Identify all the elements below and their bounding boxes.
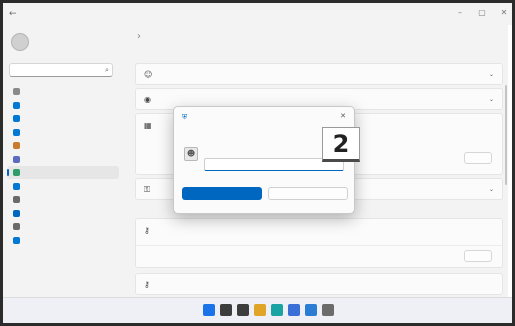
sidebar-item-label	[24, 102, 104, 110]
sidebar-item-label	[24, 156, 104, 164]
mail-icon[interactable]	[305, 304, 317, 316]
sidebar: ⌕	[3, 25, 125, 297]
sidebar-item-accounts[interactable]	[7, 166, 119, 179]
setting-card-5[interactable]: ⚷	[135, 218, 503, 268]
setting-card-6[interactable]: ⚷	[135, 273, 503, 295]
settings-icon[interactable]	[322, 304, 334, 316]
title-bar: ← – ▢ ✕	[3, 3, 512, 25]
credential-label	[204, 147, 264, 155]
privacy-security-icon	[13, 223, 20, 230]
close-icon[interactable]: ✕	[338, 111, 348, 121]
sidebar-item-windows-update[interactable]	[7, 234, 119, 247]
card-divider	[136, 245, 502, 246]
store-icon[interactable]	[288, 304, 300, 316]
breadcrumb: ›	[133, 31, 145, 45]
minimize-button[interactable]: –	[456, 7, 464, 19]
sidebar-item-bluetooth[interactable]	[7, 112, 119, 125]
fingerprint-icon: ◉	[144, 95, 151, 104]
pin-icon: ▦	[144, 121, 152, 130]
setting-card-1[interactable]: ☺ ⌄	[135, 63, 503, 85]
breadcrumb-separator: ›	[137, 31, 141, 42]
step-number-badge: 2	[322, 127, 360, 162]
window-title	[25, 9, 85, 19]
dialog-app-name	[193, 114, 263, 122]
taskbar-icons	[203, 304, 334, 316]
cancel-button[interactable]	[268, 187, 348, 200]
chevron-down-icon[interactable]: ⌄	[489, 71, 494, 78]
user-profile[interactable]	[11, 31, 121, 53]
sidebar-item-label	[24, 183, 104, 191]
setting-title	[160, 224, 280, 232]
sidebar-item-label	[24, 210, 104, 218]
home-icon	[13, 88, 20, 95]
accounts-icon	[13, 169, 20, 176]
window-controls: – ▢ ✕	[456, 7, 508, 19]
sidebar-item-label	[24, 223, 104, 231]
change-pin-button[interactable]	[464, 152, 492, 164]
sidebar-item-system[interactable]	[7, 99, 119, 112]
maximize-button[interactable]: ▢	[478, 7, 486, 19]
sidebar-item-gaming[interactable]	[7, 193, 119, 206]
personalization-icon	[13, 142, 20, 149]
key-icon: ⚿	[144, 185, 151, 194]
sidebar-item-label	[24, 88, 104, 96]
sidebar-item-label	[24, 169, 104, 177]
setting-title	[160, 68, 280, 76]
sidebar-item-label	[24, 129, 104, 137]
sidebar-item-network[interactable]	[7, 126, 119, 139]
password-icon: ⚷	[144, 226, 150, 235]
setting-description	[160, 232, 300, 239]
setting-description	[160, 76, 300, 83]
sidebar-item-label	[24, 237, 104, 245]
search-icon[interactable]	[220, 304, 232, 316]
windows-update-icon	[13, 236, 20, 244]
taskbar	[3, 297, 512, 323]
section-label	[135, 51, 195, 59]
change-password-button[interactable]	[464, 250, 492, 262]
gaming-icon	[13, 196, 20, 203]
edge-icon[interactable]	[271, 304, 283, 316]
windows-security-icon: ⛨	[182, 113, 188, 121]
sidebar-item-apps[interactable]	[7, 153, 119, 166]
sidebar-item-label	[24, 196, 104, 204]
sidebar-item-label	[24, 142, 104, 150]
sidebar-nav	[7, 85, 119, 247]
setting-title	[160, 93, 280, 101]
dialog-heading	[182, 127, 342, 138]
sidebar-item-time-language[interactable]	[7, 180, 119, 193]
setting-title	[160, 278, 280, 286]
back-button[interactable]: ←	[9, 9, 19, 19]
search-input[interactable]	[9, 63, 113, 77]
sidebar-item-label	[24, 115, 104, 123]
profile-subtitle	[35, 43, 95, 50]
network-icon	[13, 128, 20, 136]
face-icon: ☺	[144, 70, 153, 79]
user-credential-icon: ☻	[184, 147, 198, 161]
search-icon[interactable]: ⌕	[105, 66, 109, 75]
sidebar-item-accessibility[interactable]	[7, 207, 119, 220]
start-icon[interactable]	[203, 304, 215, 316]
bluetooth-icon	[13, 115, 20, 122]
system-icon	[13, 101, 20, 109]
security-key-icon: ⚷	[144, 280, 150, 289]
task-view-icon[interactable]	[237, 304, 249, 316]
setting-subtext	[160, 253, 300, 260]
setting-description	[160, 286, 300, 293]
profile-name	[35, 35, 95, 43]
settings-window: ← – ▢ ✕ ⌕ › ☺ ⌄ ◉ ⌄ ▦ ⚿ ⌄ ⚷ ⚷ ⛨ ✕ ☻ 2	[3, 3, 512, 323]
close-button[interactable]: ✕	[500, 7, 508, 19]
sidebar-item-privacy-security[interactable]	[7, 220, 119, 233]
time-language-icon	[13, 182, 20, 190]
scrollbar[interactable]	[505, 85, 507, 185]
chevron-down-icon[interactable]: ⌄	[489, 186, 494, 193]
apps-icon	[13, 155, 20, 163]
system-tray[interactable]	[436, 306, 506, 316]
accessibility-icon	[13, 209, 20, 217]
chevron-down-icon[interactable]: ⌄	[489, 96, 494, 103]
sidebar-item-personalization[interactable]	[7, 139, 119, 152]
avatar	[11, 33, 29, 51]
sidebar-item-home[interactable]	[7, 85, 119, 98]
file-explorer-icon[interactable]	[254, 304, 266, 316]
ok-button[interactable]	[182, 187, 262, 200]
